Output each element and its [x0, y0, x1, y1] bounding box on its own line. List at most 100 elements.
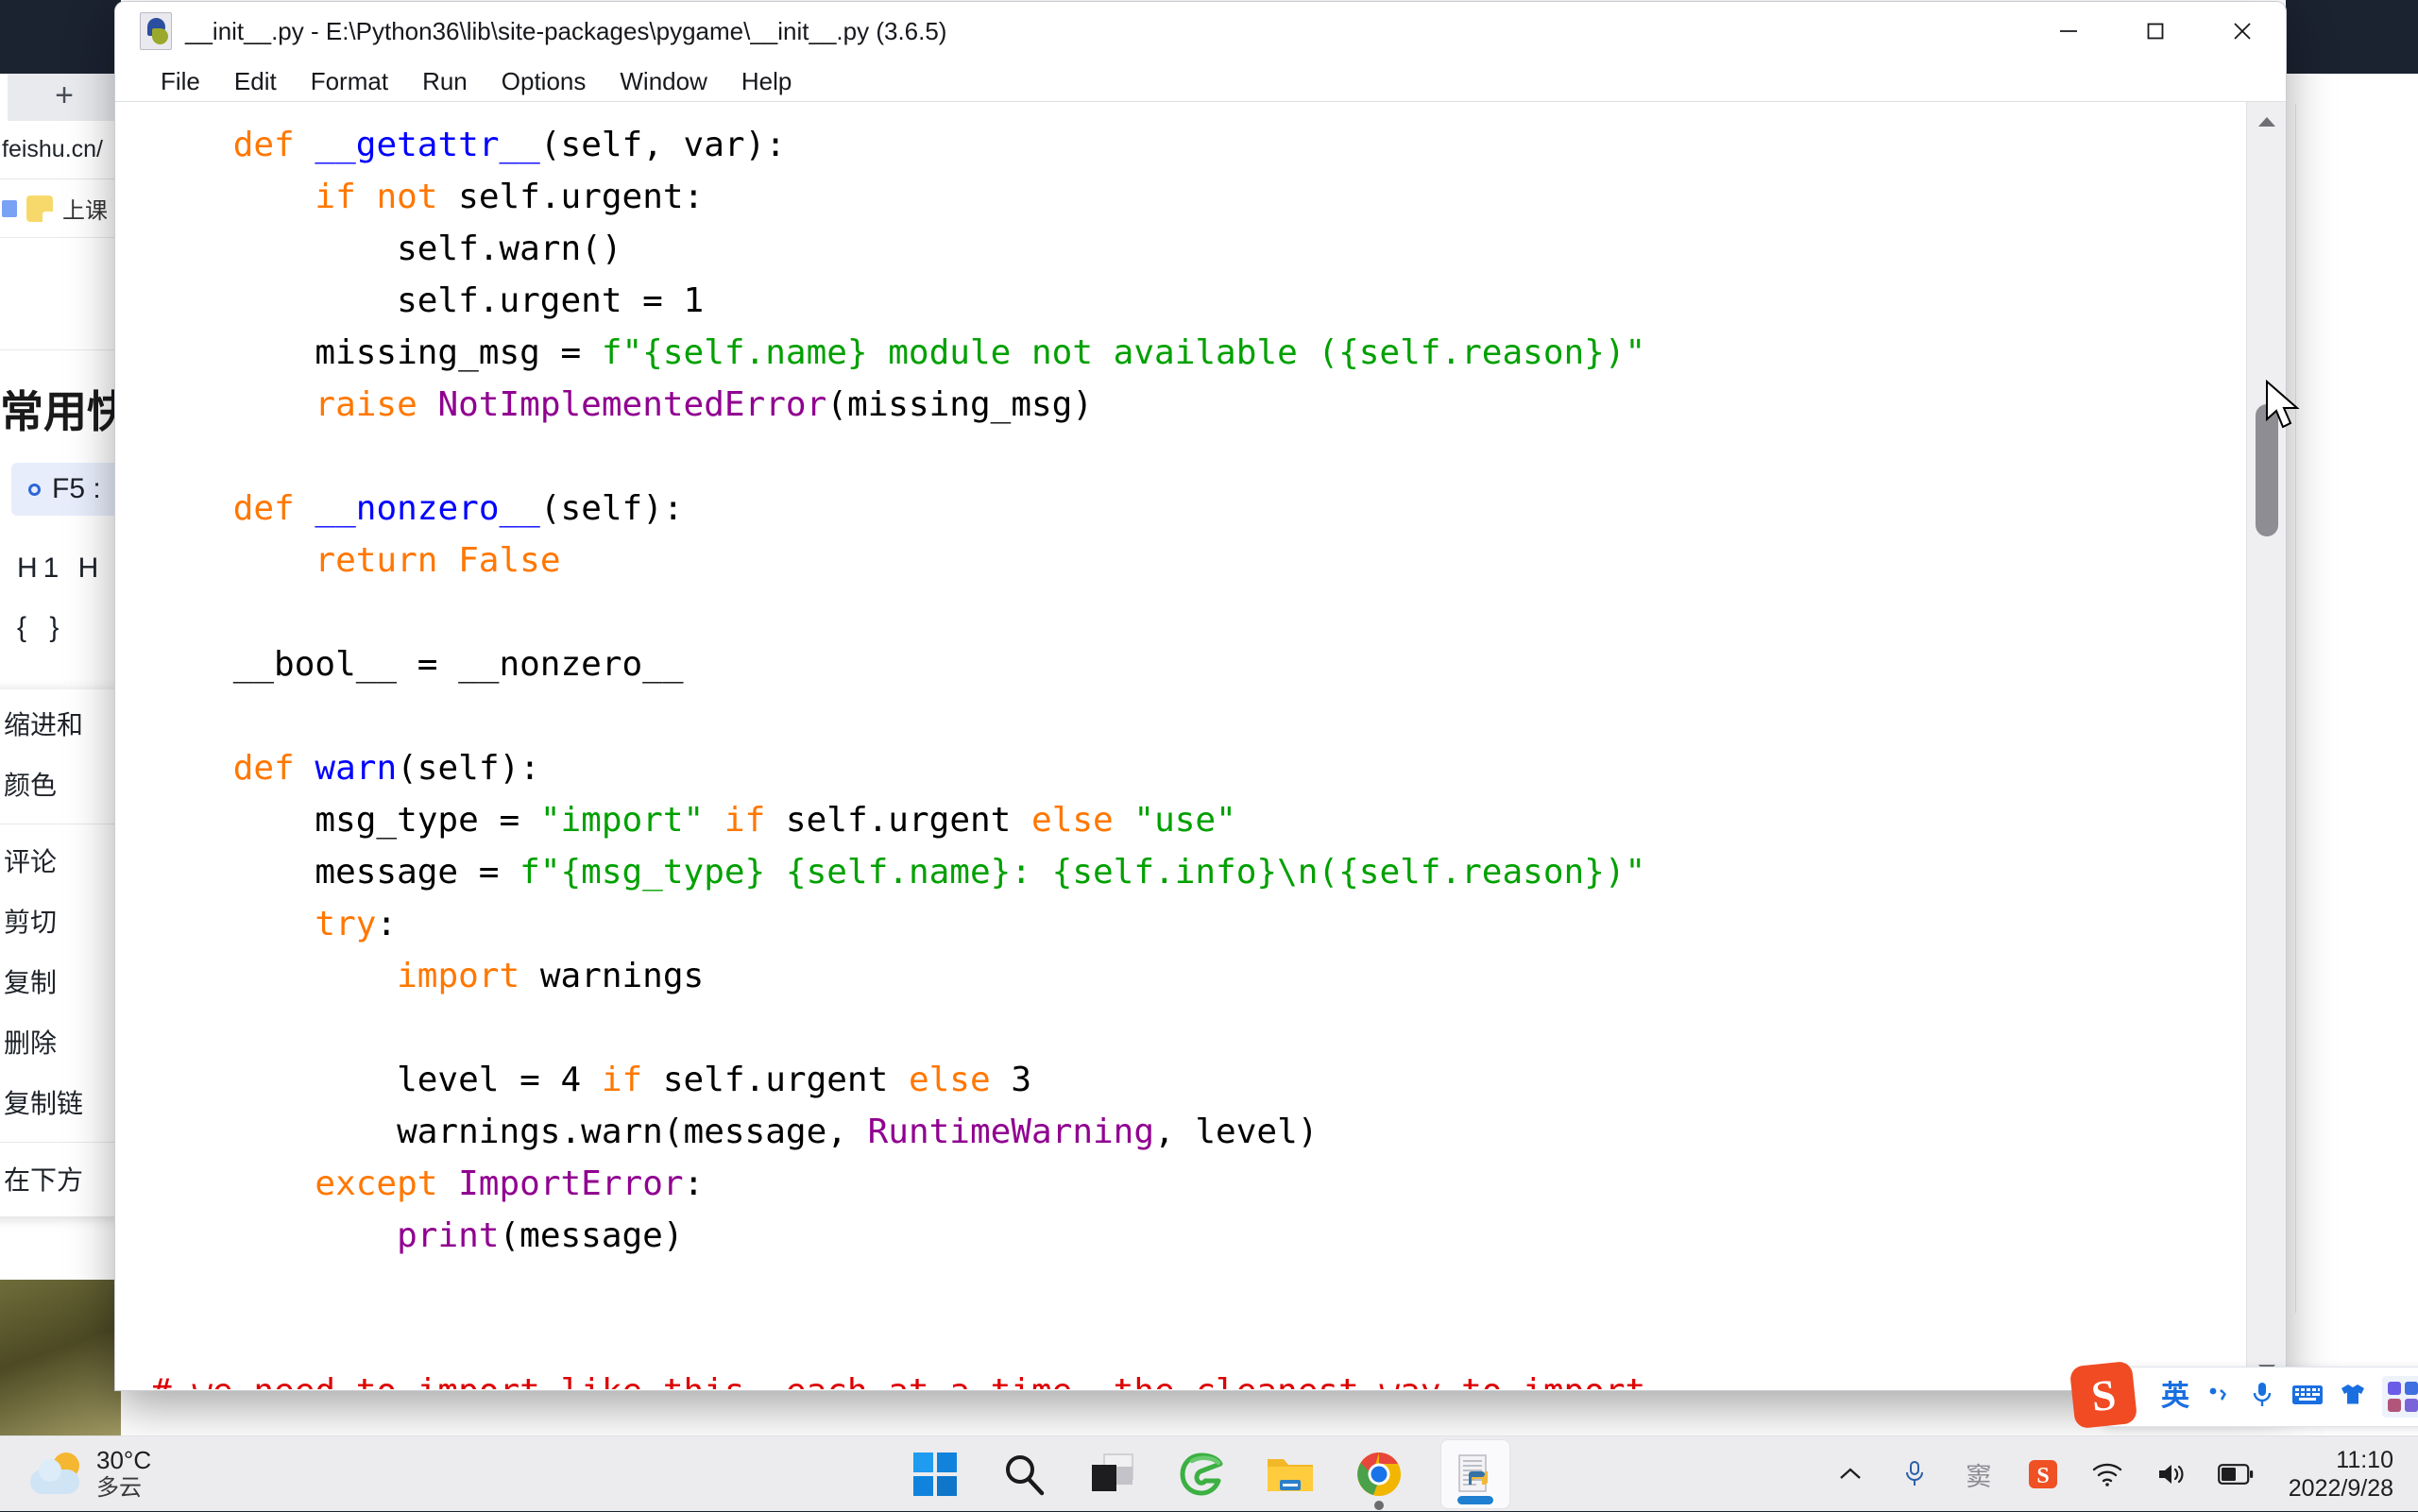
menu-help[interactable]: Help — [724, 60, 809, 102]
task-view-button[interactable] — [1085, 1447, 1140, 1502]
bookmarks-bar[interactable]: 上课 — [0, 179, 121, 238]
window-title: __init__.py - E:\Python36\lib\site-packa… — [185, 17, 946, 46]
document-shortcut-item[interactable]: F5 : — [11, 463, 132, 516]
minimize-button[interactable] — [2025, 2, 2112, 60]
code-line — [151, 431, 2246, 483]
skin-icon[interactable] — [2339, 1383, 2367, 1412]
context-menu-item-copy[interactable]: 复制 — [0, 953, 121, 1013]
code-line — [151, 690, 2246, 742]
code-token — [151, 178, 315, 216]
task-view-icon — [1088, 1452, 1137, 1497]
code-token: (message) — [499, 1216, 683, 1255]
code-token — [151, 957, 397, 995]
background-window-right-tabstrip — [2286, 0, 2418, 74]
code-token: missing_msg = — [151, 333, 602, 372]
file-explorer-button[interactable] — [1263, 1447, 1318, 1502]
maximize-button[interactable] — [2112, 2, 2199, 60]
code-token: not — [376, 178, 437, 216]
code-token: 3 — [991, 1061, 1031, 1099]
code-token: warnings — [519, 957, 704, 995]
bookmark-dot-icon — [2, 200, 17, 217]
context-menu-item-comment[interactable]: 评论 — [0, 832, 121, 892]
ime-status-icon[interactable]: 窦 — [1960, 1455, 1998, 1493]
close-button[interactable] — [2199, 2, 2286, 60]
code-text-area[interactable]: def __getattr__(self, var): if not self.… — [115, 102, 2246, 1389]
window-controls — [2025, 2, 2286, 60]
code-token: self.warn() — [151, 229, 622, 268]
weather-temperature: 30°C — [96, 1447, 151, 1475]
context-menu-item-delete[interactable]: 删除 — [0, 1013, 121, 1074]
new-tab-button[interactable]: + — [8, 74, 121, 121]
code-line: def __nonzero__(self): — [151, 483, 2246, 535]
python-idle-button[interactable] — [1440, 1439, 1510, 1509]
code-token: __nonzero__ — [315, 489, 539, 528]
ime-mode-label[interactable]: 英 — [2161, 1383, 2189, 1411]
start-button[interactable] — [908, 1447, 962, 1502]
maximize-icon — [2143, 19, 2168, 43]
code-line: self.warn() — [151, 223, 2246, 275]
idle-editor-window: __init__.py - E:\Python36\lib\site-packa… — [115, 2, 2286, 1390]
system-tray: 窦 S — [1831, 1436, 2393, 1512]
menu-format[interactable]: Format — [294, 60, 405, 102]
code-token: self.urgent: — [437, 178, 704, 216]
clock-date: 2022/9/28 — [2289, 1474, 2393, 1503]
punctuation-icon[interactable] — [2205, 1381, 2233, 1414]
menu-window[interactable]: Window — [603, 60, 724, 102]
volume-icon[interactable] — [2153, 1455, 2190, 1493]
document-image — [0, 1280, 121, 1436]
context-menu-item-cut[interactable]: 剪切 — [0, 892, 121, 953]
code-line: def __getattr__(self, var): — [151, 119, 2246, 171]
microphone-icon[interactable] — [2248, 1380, 2276, 1415]
chrome-button[interactable] — [1352, 1447, 1406, 1502]
wifi-icon[interactable] — [2088, 1455, 2126, 1493]
context-menu-item-copy-link[interactable]: 复制链 — [0, 1074, 121, 1134]
title-bar[interactable]: __init__.py - E:\Python36\lib\site-packa… — [115, 2, 2286, 60]
address-bar[interactable]: feishu.cn/ — [0, 121, 121, 179]
sogou-ime-toolbar[interactable]: S 英 — [2102, 1367, 2418, 1427]
menu-options[interactable]: Options — [485, 60, 604, 102]
document-toolbar-row-code[interactable]: { } — [17, 612, 66, 644]
context-menu-item-insert-below[interactable]: 在下方 — [0, 1150, 121, 1211]
context-menu[interactable]: 缩进和 颜色 评论 剪切 复制 删除 复制链 在下方 — [0, 689, 121, 1216]
code-token: : — [376, 905, 397, 943]
python-file-icon — [140, 12, 172, 50]
taskbar: 30°C 多云 — [0, 1436, 2418, 1511]
code-line: msg_type = "import" if self.urgent else … — [151, 794, 2246, 846]
keyboard-icon[interactable] — [2291, 1383, 2324, 1412]
scroll-up-arrow-icon[interactable] — [2247, 102, 2286, 142]
bullet-icon — [28, 484, 41, 496]
editor-area: def __getattr__(self, var): if not self.… — [115, 102, 2286, 1389]
menu-file[interactable]: File — [144, 60, 217, 102]
code-token — [151, 541, 315, 580]
vertical-scrollbar[interactable] — [2246, 102, 2286, 1389]
chrome-icon — [1354, 1450, 1404, 1499]
code-token: NotImplementedError — [437, 385, 826, 424]
internet-explorer-button[interactable] — [1174, 1447, 1229, 1502]
file-explorer-icon — [1265, 1453, 1316, 1496]
chevron-up-icon[interactable] — [1831, 1455, 1869, 1493]
context-menu-item-color[interactable]: 颜色 — [0, 756, 121, 816]
search-button[interactable] — [996, 1447, 1051, 1502]
menu-edit[interactable]: Edit — [217, 60, 294, 102]
minimize-icon — [2056, 19, 2081, 43]
code-line: raise NotImplementedError(missing_msg) — [151, 379, 2246, 431]
sogou-icon[interactable]: S — [2024, 1455, 2062, 1493]
apps-grid-icon[interactable] — [2382, 1376, 2418, 1418]
code-token: except — [315, 1164, 437, 1203]
weather-widget[interactable]: 30°C 多云 — [30, 1436, 151, 1512]
browser-tabstrip-background — [0, 0, 121, 74]
code-token — [417, 385, 438, 424]
code-line: missing_msg = f"{self.name} module not a… — [151, 327, 2246, 379]
code-token — [356, 178, 377, 216]
code-token: if — [724, 801, 765, 840]
menu-run[interactable]: Run — [405, 60, 485, 102]
document-toolbar-row-heading[interactable]: H1 H — [17, 552, 104, 585]
sogou-logo-icon[interactable]: S — [2069, 1361, 2138, 1430]
code-line — [151, 1002, 2246, 1054]
microphone-icon[interactable] — [1896, 1455, 1933, 1493]
battery-icon[interactable] — [2217, 1455, 2255, 1493]
context-menu-item-indent[interactable]: 缩进和 — [0, 695, 121, 756]
clock[interactable]: 11:10 2022/9/28 — [2289, 1446, 2393, 1503]
document-heading: 常用快 — [0, 378, 121, 440]
windows-logo-icon — [911, 1450, 960, 1499]
